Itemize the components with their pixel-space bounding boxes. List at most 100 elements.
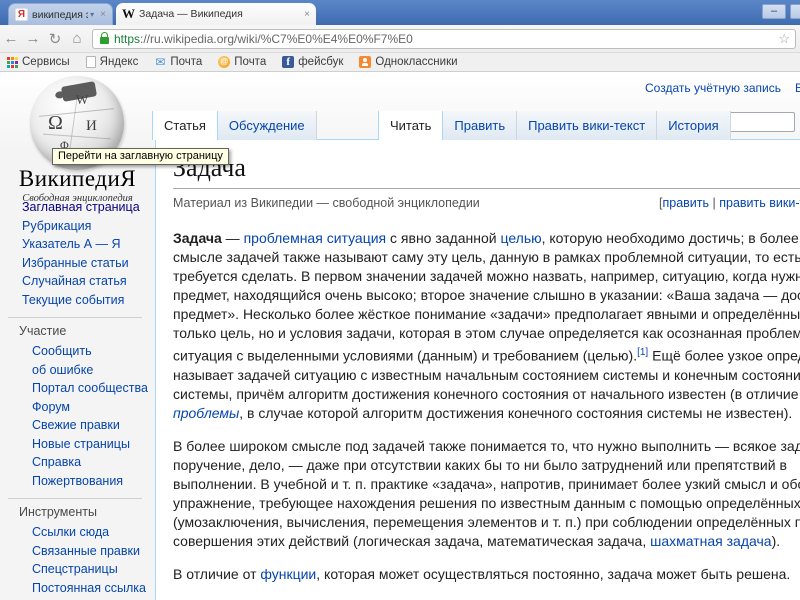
page-title: Задача — [173, 153, 800, 189]
chevron-down-icon[interactable]: ▾ — [90, 10, 94, 19]
bookmark-star-icon[interactable]: ☆ — [778, 31, 790, 47]
grid-cell — [14, 60, 18, 64]
logo-glyph-i: И — [86, 118, 97, 134]
edit-link[interactable]: править — [662, 196, 709, 210]
bookmark-item[interactable]: ✉ Почта — [154, 55, 203, 69]
sidebar-list: Ссылки сюда Связанные правки Спецстраницы П… — [0, 523, 150, 600]
bookmark-item[interactable]: Сервисы — [6, 56, 70, 68]
browser-toolbar: ← → ↻ ⌂ https ://ru.wikipedia.org/wiki/%… — [0, 25, 800, 53]
wiki-tab[interactable]: История — [657, 111, 731, 140]
view-tabs: Читать Править Править вики-текст История — [378, 111, 731, 140]
grid-cell — [6, 56, 10, 60]
text-run: , которую необходимо достичь; в более уз… — [173, 230, 800, 364]
wiki-link[interactable]: проблемная ситуация — [244, 230, 387, 246]
logo-tooltip: Перейти на заглавную страницу — [52, 148, 229, 165]
logo-glyph-omega: Ω — [48, 112, 63, 134]
sidebar-link[interactable]: Указатель А — Я — [22, 235, 150, 254]
bookmark-label: Почта — [234, 56, 267, 68]
sidebar-list: Сообщить об ошибке Портал сообщества Форум… — [0, 342, 150, 490]
bookmark-item[interactable]: f фейсбук — [282, 56, 343, 68]
sidebar-link[interactable]: Спецстраницы — [32, 560, 150, 579]
sidebar-link[interactable]: Постоянная ссылка — [32, 579, 150, 598]
edit-wikitext-link[interactable]: править вики-текст — [719, 196, 800, 210]
tab-title: Задача — Википедия — [139, 8, 243, 20]
sidebar-link[interactable]: Ссылки сюда — [32, 523, 150, 542]
article-content: Задача Материал из Википедии — свободной… — [155, 139, 800, 600]
sidebar-link[interactable]: Справка — [32, 453, 150, 472]
grid-cell — [14, 56, 18, 60]
bookmark-label: Почта — [170, 56, 203, 68]
sidebar-link[interactable]: Заглавная страница — [22, 198, 150, 217]
back-icon[interactable]: ← — [0, 30, 22, 47]
sidebar-link[interactable]: Текущие события — [22, 291, 150, 310]
sidebar-list: Заглавная страница Рубрикация Указатель А … — [0, 198, 150, 309]
sidebar-link[interactable]: Случайная статья — [22, 272, 150, 291]
login-link-partial[interactable]: В — [795, 81, 800, 95]
subtitle-row: Материал из Википедии — свободной энцикл… — [173, 193, 800, 215]
logo-glyph-w: W — [76, 92, 89, 107]
reload-icon[interactable]: ↻ — [44, 30, 66, 48]
sidebar-link[interactable]: Сообщить об ошибке — [32, 342, 150, 379]
browser-tab-active[interactable]: W Задача — Википедия × — [116, 3, 316, 25]
bookmark-label: Яндекс — [99, 56, 139, 68]
wiki-tab[interactable]: Править — [443, 111, 518, 140]
wiki-link[interactable]: шахматная задача — [650, 533, 771, 549]
browser-window: Я википедия энциклопедия ▾ × W Задача — … — [0, 0, 800, 600]
wiki-tab[interactable]: Читать — [378, 111, 444, 140]
url-text: ://ru.wikipedia.org/wiki/%C7%E0%E4%E0%F7… — [140, 31, 413, 46]
forward-icon[interactable]: → — [22, 30, 44, 47]
sidebar-link[interactable]: Новые страницы — [32, 435, 150, 454]
bookmark-label: Сервисы — [22, 56, 70, 68]
grid-cell — [6, 64, 10, 68]
wiki-link[interactable]: функции — [260, 566, 316, 582]
sidebar-link[interactable]: Свежие правки — [32, 416, 150, 435]
minimize-button[interactable]: – — [762, 4, 786, 19]
paragraph: В более широком смысле под задачей также… — [173, 437, 800, 551]
url-scheme: https — [114, 31, 141, 46]
grid-cell — [10, 60, 14, 64]
wiki-tab[interactable]: Обсуждение — [217, 111, 317, 140]
page-icon — [85, 56, 96, 68]
sidebar-link[interactable]: Форум — [32, 398, 150, 417]
sidebar-link[interactable]: Портал сообщества — [32, 379, 150, 398]
sidebar-link[interactable]: Пожертвования — [32, 472, 150, 491]
sidebar-link[interactable]: Связанные правки — [32, 542, 150, 561]
bookmark-item[interactable]: @ Почта — [218, 56, 266, 68]
maximize-button[interactable] — [790, 4, 800, 19]
tab-strip: Я википедия энциклопедия ▾ × W Задача — … — [0, 0, 800, 25]
browser-tab-inactive[interactable]: Я википедия энциклопедия ▾ × — [8, 3, 113, 25]
bookmark-label: фейсбук — [298, 56, 344, 68]
wiki-link[interactable]: проблемы — [173, 405, 239, 421]
facebook-icon: f — [282, 56, 295, 68]
tab-close-icon[interactable]: × — [100, 9, 106, 20]
grid-cell — [14, 64, 18, 68]
paragraph: В отличие от функции, которая может осущ… — [173, 565, 800, 584]
grid-cell — [6, 60, 10, 64]
sidebar-link[interactable]: Рубрикация — [22, 217, 150, 236]
home-icon[interactable]: ⌂ — [66, 30, 88, 47]
text-run: — — [221, 230, 244, 246]
wiki-tab[interactable]: Править вики-текст — [517, 111, 658, 140]
sidebar-section-header: Инструменты — [19, 505, 97, 519]
text-run: с явно заданной — [386, 230, 501, 246]
text-run: Задача — [173, 230, 222, 246]
bookmark-label: Одноклассники — [375, 56, 458, 68]
wikipedia-favicon-icon: W — [122, 6, 135, 21]
bookmark-item[interactable]: Яндекс — [85, 56, 139, 68]
article-paragraphs: Задача — проблемная ситуация с явно зада… — [173, 229, 800, 600]
grid-cell — [10, 64, 14, 68]
bookmark-item[interactable]: Одноклассники — [359, 56, 458, 68]
wikipedia-page: Создать учётную запись В Ω W И Φ Перейти … — [0, 72, 800, 600]
sidebar-link[interactable]: Избранные статьи — [22, 254, 150, 273]
services-grid-icon — [6, 56, 18, 68]
separator: | — [709, 196, 720, 210]
address-bar[interactable]: https ://ru.wikipedia.org/wiki/%C7%E0%E4… — [92, 28, 796, 49]
reference-link[interactable]: [1] — [637, 347, 648, 358]
create-account-link[interactable]: Создать учётную запись — [645, 81, 781, 95]
wiki-tab[interactable]: Статья — [152, 111, 218, 140]
sidebar-section-header: Участие — [19, 324, 67, 338]
tab-title: википедия энциклопедия — [32, 8, 88, 21]
namespace-tabs: Статья Обсуждение — [152, 111, 317, 140]
wiki-link[interactable]: целью — [500, 230, 541, 246]
tab-close-icon[interactable]: × — [304, 9, 310, 20]
